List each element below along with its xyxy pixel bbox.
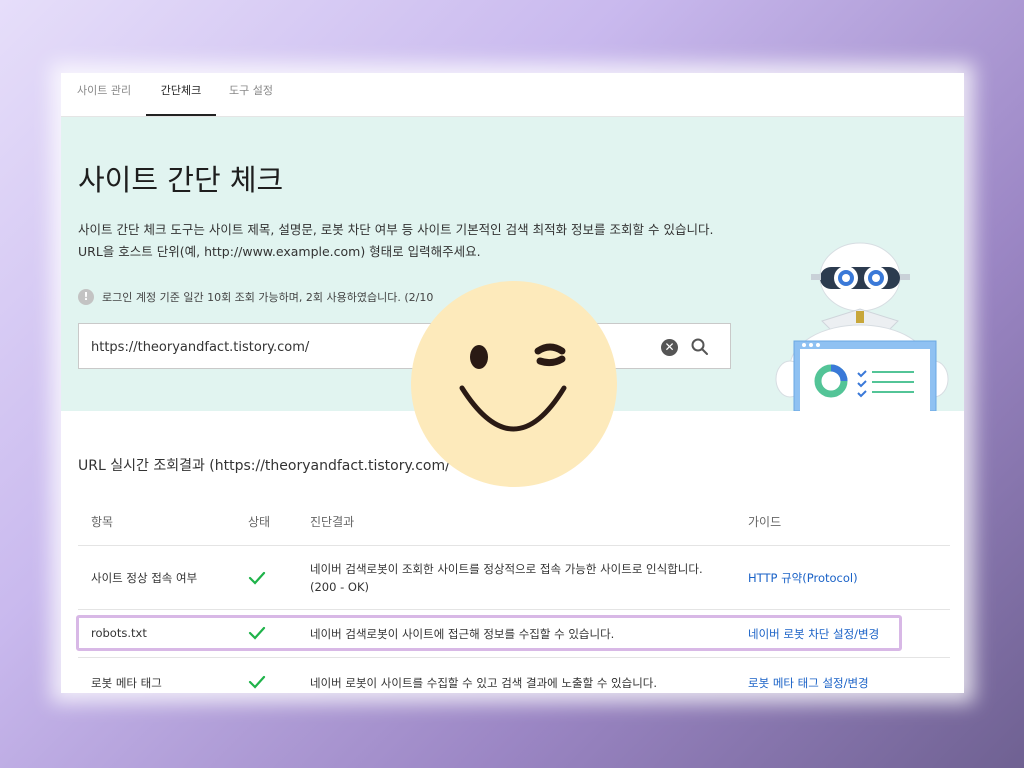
table-row: 사이트 정상 접속 여부 네이버 검색로봇이 조회한 사이트를 정상적으로 접속… [78,545,950,610]
winking-face-icon [411,281,617,487]
result-title: URL 실시간 조회결과 (https://theoryandfact.tist… [78,458,450,474]
header-status: 상태 [248,515,271,529]
robot-illustration [775,242,949,411]
description-line-2: URL을 호스트 단위(예, http://www.example.com) 형… [78,244,481,259]
usage-notice: ! 로그인 계정 기준 일간 10회 조회 가능하며, 2회 사용하였습니다. … [78,289,433,305]
tab-simple-check[interactable]: 간단체크 [146,73,216,116]
row-result-line-1: 네이버 검색로봇이 조회한 사이트를 정상적으로 접속 가능한 사이트로 인식합… [310,562,703,576]
url-search-box: ✕ [78,323,731,369]
table-row: 로봇 메타 태그 네이버 로봇이 사이트를 수집할 수 있고 검색 결과에 노출… [78,657,950,693]
row-result-line-2: (200 - OK) [310,580,369,594]
usage-notice-text: 로그인 계정 기준 일간 10회 조회 가능하며, 2회 사용하였습니다. (2… [102,291,434,304]
info-icon: ! [78,289,94,305]
clear-icon[interactable]: ✕ [661,339,678,356]
check-icon [248,675,266,689]
highlight-box [76,615,902,651]
tab-bar: 사이트 관리 간단체크 도구 설정 [61,73,964,117]
guide-link-robot-meta[interactable]: 로봇 메타 태그 설정/변경 [748,675,869,691]
description-line-1: 사이트 간단 체크 도구는 사이트 제목, 설명문, 로봇 차단 여부 등 사이… [78,222,714,237]
page-title: 사이트 간단 체크 [78,163,284,197]
tab-tool-settings[interactable]: 도구 설정 [229,73,273,116]
tab-site-management[interactable]: 사이트 관리 [77,73,131,116]
row-result: 네이버 검색로봇이 조회한 사이트를 정상적으로 접속 가능한 사이트로 인식합… [310,560,703,596]
header-item: 항목 [91,515,114,529]
page-description: 사이트 간단 체크 도구는 사이트 제목, 설명문, 로봇 차단 여부 등 사이… [78,219,713,263]
row-item: 로봇 메타 태그 [91,676,162,690]
header-result: 진단결과 [310,515,355,529]
header-guide: 가이드 [748,515,782,529]
row-result: 네이버 로봇이 사이트를 수집할 수 있고 검색 결과에 노출할 수 있습니다. [310,676,658,690]
search-icon[interactable] [689,336,711,358]
row-item: 사이트 정상 접속 여부 [91,571,198,585]
guide-link-http[interactable]: HTTP 규약(Protocol) [748,570,858,586]
check-icon [248,571,266,585]
